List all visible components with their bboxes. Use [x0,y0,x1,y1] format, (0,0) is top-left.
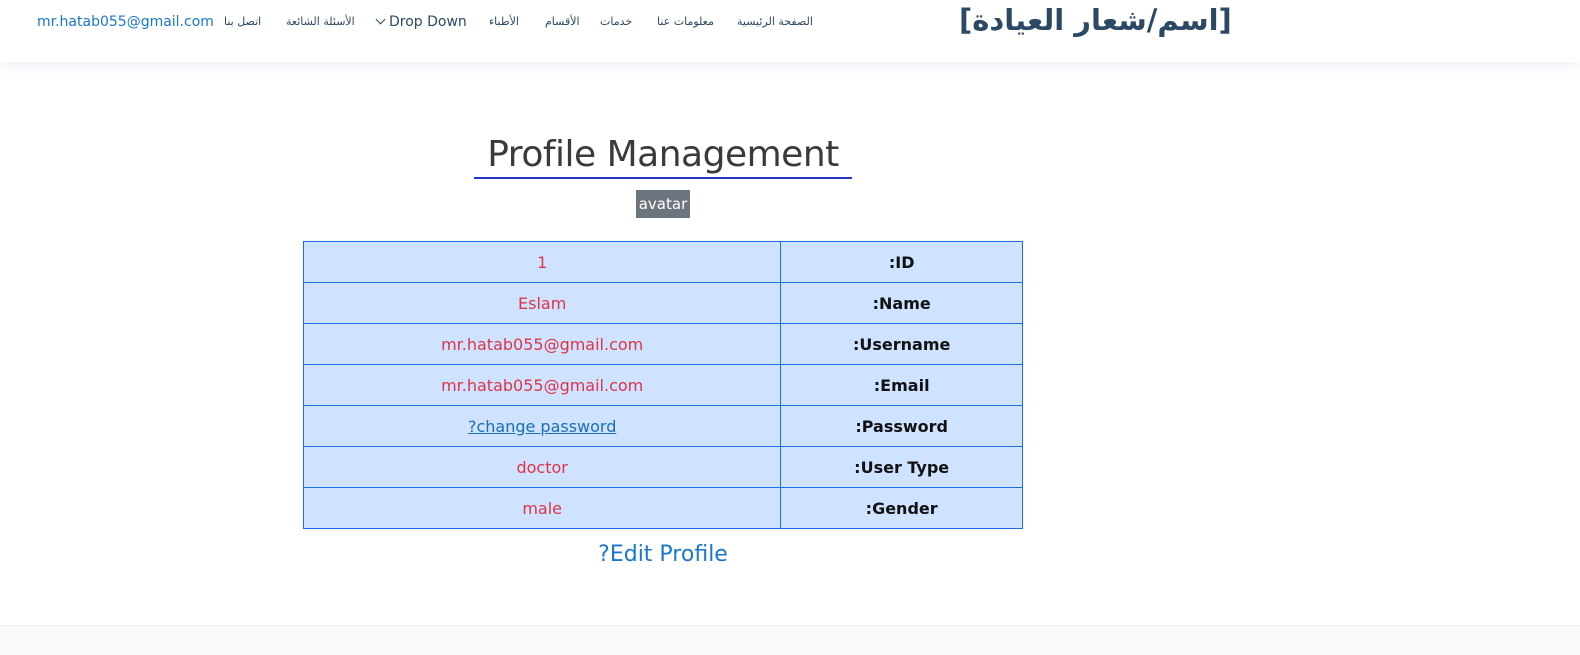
name-label: :Name [780,282,1023,324]
top-navbar: [اسم/شعار العيادة] الصفحة الرئيسية معلوم… [0,0,1580,62]
avatar: avatar [636,190,690,218]
username-value: mr.hatab055@gmail.com [302,323,782,365]
title-underline [474,177,852,179]
nav-departments[interactable]: الأقسام [545,0,580,44]
table-row: ?change password :Password [302,405,1023,447]
table-row: doctor :User Type [302,446,1023,488]
edit-profile-link[interactable]: ?Edit Profile [563,542,763,567]
nav-faq[interactable]: الأسئلة الشائعة [286,0,355,44]
nav-services[interactable]: خدمات [600,0,632,44]
user-type-value: doctor [302,446,782,488]
table-row: Eslam :Name [302,282,1023,324]
main-nav: الصفحة الرئيسية معلومات عنا خدمات الأقسا… [0,0,1580,44]
gender-label: :Gender [780,487,1023,529]
profile-table: 1 :ID Eslam :Name mr.hatab055@gmail.com … [302,241,1023,529]
gender-value: male [302,487,782,529]
page-title: Profile Management [487,134,839,175]
nav-doctors[interactable]: الأطباء [489,0,519,44]
id-label: :ID [780,241,1023,283]
nav-home[interactable]: الصفحة الرئيسية [737,0,813,44]
table-row: 1 :ID [302,241,1023,283]
nav-dropdown-label: Drop Down [389,14,467,30]
table-row: male :Gender [302,487,1023,529]
email-label: :Email [780,364,1023,406]
change-password-link[interactable]: ?change password [468,417,616,436]
table-row: mr.hatab055@gmail.com :Username [302,323,1023,365]
nav-user-email[interactable]: mr.hatab055@gmail.com [37,0,214,44]
chevron-down-icon [375,14,386,25]
nav-about[interactable]: معلومات عنا [657,0,714,44]
user-type-label: :User Type [780,446,1023,488]
nav-dropdown[interactable]: Drop Down [375,0,467,44]
username-label: :Username [780,323,1023,365]
password-cell: ?change password [302,405,782,447]
email-value: mr.hatab055@gmail.com [302,364,782,406]
footer-band [0,625,1580,655]
name-value: Eslam [302,282,782,324]
id-value: 1 [302,241,782,283]
table-row: mr.hatab055@gmail.com :Email [302,364,1023,406]
nav-contact[interactable]: اتصل بنا [224,0,261,44]
password-label: :Password [780,405,1023,447]
